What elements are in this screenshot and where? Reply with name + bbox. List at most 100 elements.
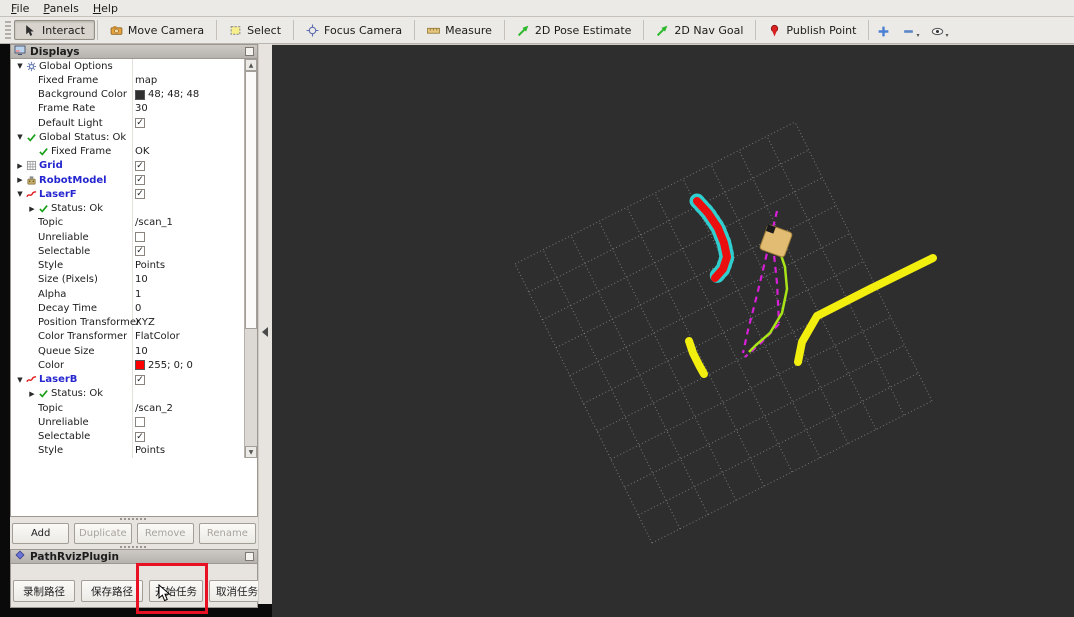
tree-row-global-status-ok[interactable]: ▼ Global Status: Ok bbox=[11, 130, 257, 144]
displays-float-button[interactable] bbox=[245, 47, 254, 56]
row-value-unreliable[interactable] bbox=[135, 230, 145, 244]
plugin-button-[interactable]: 保存路径 bbox=[81, 580, 143, 602]
checkbox-checked[interactable]: ✓ bbox=[135, 118, 145, 129]
tool-2d-nav-goal[interactable]: 2D Nav Goal bbox=[646, 20, 753, 40]
add-button[interactable]: Add bbox=[12, 523, 70, 544]
row-value-position-transformer[interactable]: XYZ bbox=[135, 316, 155, 330]
row-value-queue-size[interactable]: 10 bbox=[135, 344, 148, 358]
row-value-color-transformer[interactable]: FlatColor bbox=[135, 330, 180, 344]
checkbox-checked[interactable]: ✓ bbox=[135, 374, 145, 385]
tree-row-decay-time[interactable]: Decay Time 0 bbox=[11, 301, 257, 315]
tree-row-topic[interactable]: Topic/scan_1 bbox=[11, 216, 257, 230]
checkbox-checked[interactable]: ✓ bbox=[135, 175, 145, 186]
tool-select[interactable]: Select bbox=[219, 20, 291, 40]
expander-open-icon[interactable]: ▼ bbox=[15, 190, 25, 198]
row-value-fixed-frame[interactable]: OK bbox=[135, 145, 149, 159]
tree-row-unreliable[interactable]: Unreliable bbox=[11, 230, 257, 244]
tool-2d-pose-estimate[interactable]: 2D Pose Estimate bbox=[507, 20, 642, 40]
expander-closed-icon[interactable]: ▶ bbox=[27, 205, 37, 213]
tree-row-grid[interactable]: ▶ Grid ✓ bbox=[11, 159, 257, 173]
row-value-color[interactable]: 255; 0; 0 bbox=[135, 358, 193, 372]
row-value-selectable[interactable]: ✓ bbox=[135, 244, 145, 258]
tree-row-topic[interactable]: Topic/scan_2 bbox=[11, 401, 257, 415]
tool-plus-icon[interactable] bbox=[871, 19, 896, 41]
toolbar-drag-handle[interactable] bbox=[5, 21, 11, 39]
checkbox-checked[interactable]: ✓ bbox=[135, 431, 145, 442]
render-view[interactable] bbox=[272, 44, 1074, 617]
checkbox-checked[interactable]: ✓ bbox=[135, 160, 145, 171]
expander-closed-icon[interactable]: ▶ bbox=[15, 162, 25, 170]
menu-file[interactable]: File bbox=[4, 1, 36, 16]
checkbox-checked[interactable]: ✓ bbox=[135, 246, 145, 257]
row-value-fixed-frame[interactable]: map bbox=[135, 73, 157, 87]
row-value-laserf[interactable]: ✓ bbox=[135, 187, 145, 201]
tree-row-status-ok[interactable]: ▶ Status: Ok bbox=[11, 387, 257, 401]
expander-open-icon[interactable]: ▼ bbox=[15, 62, 25, 70]
tree-row-selectable[interactable]: Selectable ✓ bbox=[11, 430, 257, 444]
row-value-size-pixels[interactable]: 10 bbox=[135, 273, 148, 287]
tool-publish-point[interactable]: Publish Point bbox=[758, 20, 866, 40]
row-value-style[interactable]: Points bbox=[135, 259, 165, 273]
tree-row-queue-size[interactable]: Queue Size 10 bbox=[11, 344, 257, 358]
tree-row-size-pixels[interactable]: Size (Pixels) 10 bbox=[11, 273, 257, 287]
checkbox-checked[interactable]: ✓ bbox=[135, 189, 145, 200]
checkbox-unchecked[interactable] bbox=[135, 232, 145, 243]
scroll-up-button[interactable]: ▲ bbox=[245, 59, 257, 71]
tool-eye-icon[interactable]: ▾ bbox=[925, 19, 954, 41]
tree-row-laserf[interactable]: ▼ LaserF ✓ bbox=[11, 187, 257, 201]
tree-row-robotmodel[interactable]: ▶ RobotModel ✓ bbox=[11, 173, 257, 187]
tree-row-laserb[interactable]: ▼ LaserB ✓ bbox=[11, 373, 257, 387]
row-value-topic[interactable]: /scan_1 bbox=[135, 216, 173, 230]
row-value-unreliable[interactable] bbox=[135, 415, 145, 429]
collapse-panel-icon[interactable] bbox=[262, 327, 268, 337]
tree-row-frame-rate[interactable]: Frame Rate 30 bbox=[11, 102, 257, 116]
tree-row-status-ok[interactable]: ▶ Status: Ok bbox=[11, 202, 257, 216]
row-value-alpha[interactable]: 1 bbox=[135, 287, 141, 301]
expander-closed-icon[interactable]: ▶ bbox=[27, 390, 37, 398]
plugin-button-[interactable]: 录制路径 bbox=[13, 580, 75, 602]
toolbar-separator bbox=[643, 20, 645, 40]
row-value-frame-rate[interactable]: 30 bbox=[135, 102, 148, 116]
scroll-down-button[interactable]: ▼ bbox=[245, 446, 257, 458]
scrollbar-thumb[interactable] bbox=[245, 71, 257, 329]
tree-row-alpha[interactable]: Alpha 1 bbox=[11, 287, 257, 301]
tree-row-fixed-frame[interactable]: Fixed Frame OK bbox=[11, 145, 257, 159]
tree-row-selectable[interactable]: Selectable ✓ bbox=[11, 244, 257, 258]
expander-closed-icon[interactable]: ▶ bbox=[15, 176, 25, 184]
row-value-decay-time[interactable]: 0 bbox=[135, 301, 141, 315]
tool-measure[interactable]: Measure bbox=[417, 20, 502, 40]
tree-row-unreliable[interactable]: Unreliable bbox=[11, 415, 257, 429]
panel-viewport-splitter[interactable] bbox=[258, 44, 272, 604]
row-value-default-light[interactable]: ✓ bbox=[135, 116, 145, 130]
row-value-background-color[interactable]: 48; 48; 48 bbox=[135, 88, 199, 102]
tree-row-color-transformer[interactable]: Color Transformer FlatColor bbox=[11, 330, 257, 344]
plugin-float-button[interactable] bbox=[245, 552, 254, 561]
tool-label: Select bbox=[247, 23, 282, 37]
tree-row-style[interactable]: Style Points bbox=[11, 444, 257, 458]
tool-interact[interactable]: Interact bbox=[14, 20, 95, 40]
tree-row-style[interactable]: Style Points bbox=[11, 259, 257, 273]
row-value-style[interactable]: Points bbox=[135, 444, 165, 458]
tree-row-default-light[interactable]: Default Light ✓ bbox=[11, 116, 257, 130]
expander-open-icon[interactable]: ▼ bbox=[15, 376, 25, 384]
tree-row-color[interactable]: Color 255; 0; 0 bbox=[11, 358, 257, 372]
tree-row-fixed-frame[interactable]: Fixed Frame map bbox=[11, 73, 257, 87]
row-value-robotmodel[interactable]: ✓ bbox=[135, 173, 145, 187]
tool-minus-icon[interactable]: ▾ bbox=[896, 19, 925, 41]
row-value-selectable[interactable]: ✓ bbox=[135, 430, 145, 444]
tool-move-camera[interactable]: Move Camera bbox=[100, 20, 214, 40]
tool-focus-camera[interactable]: Focus Camera bbox=[296, 20, 412, 40]
expander-open-icon[interactable]: ▼ bbox=[15, 133, 25, 141]
tree-row-global-options[interactable]: ▼ Global Options bbox=[11, 59, 257, 73]
row-value-grid[interactable]: ✓ bbox=[135, 159, 145, 173]
checkbox-unchecked[interactable] bbox=[135, 417, 145, 428]
row-value-laserb[interactable]: ✓ bbox=[135, 373, 145, 387]
plugin-button-[interactable]: 取消任务 bbox=[209, 580, 265, 602]
menu-help[interactable]: Help bbox=[86, 1, 125, 16]
menu-panels[interactable]: Panels bbox=[36, 1, 85, 16]
tree-scrollbar[interactable]: ▲ ▼ bbox=[244, 59, 257, 458]
row-value-topic[interactable]: /scan_2 bbox=[135, 401, 173, 415]
plugin-button-[interactable]: 开始任务 bbox=[149, 580, 203, 602]
tree-row-background-color[interactable]: Background Color 48; 48; 48 bbox=[11, 88, 257, 102]
tree-row-position-transformer[interactable]: Position Transformer XYZ bbox=[11, 316, 257, 330]
